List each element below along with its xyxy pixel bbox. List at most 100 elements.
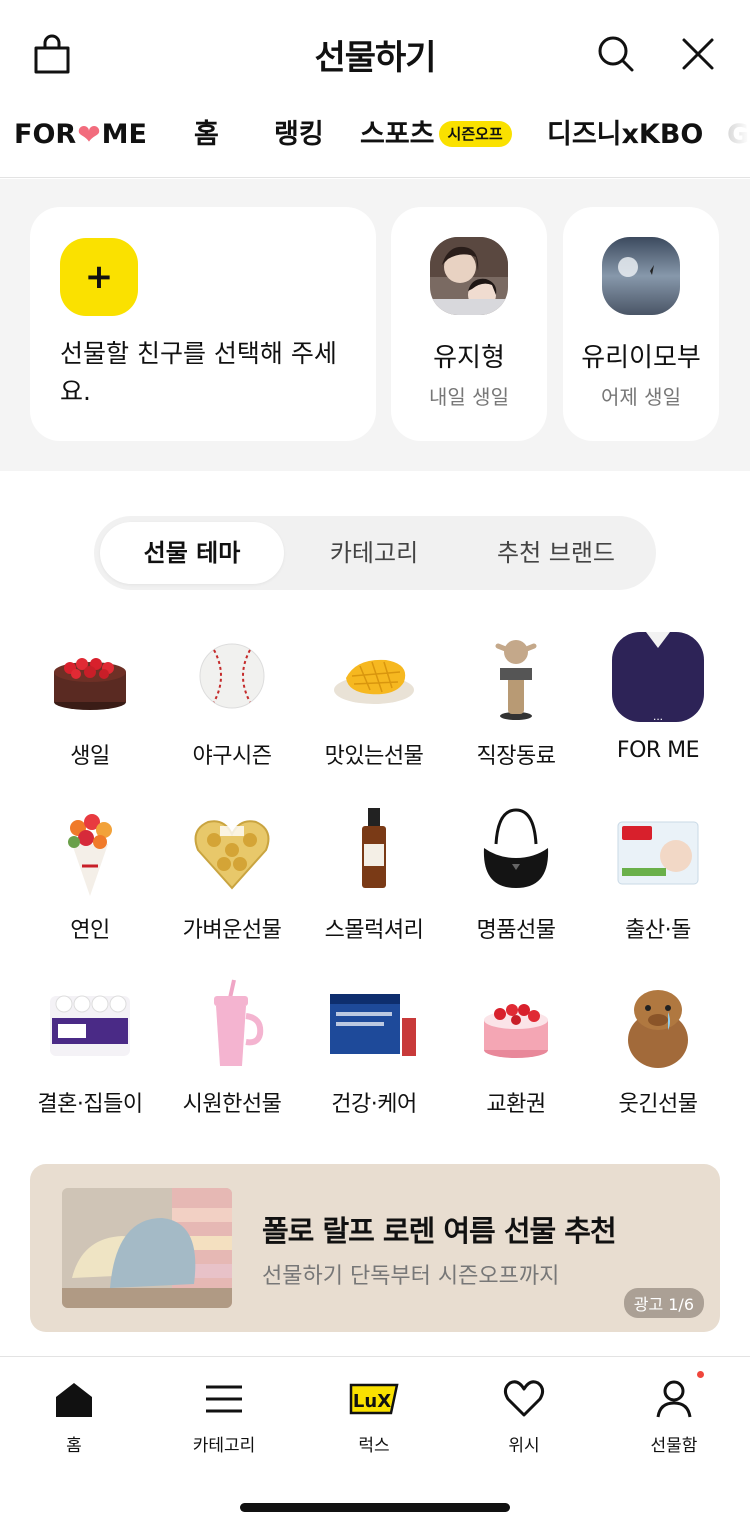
home-icon xyxy=(52,1377,96,1421)
segment-gift-theme[interactable]: 선물 테마 xyxy=(100,522,284,584)
theme-label: 결혼·집들이 xyxy=(37,1092,143,1117)
baseball-icon xyxy=(184,630,280,726)
nav-giftbox[interactable]: 선물함 xyxy=(614,1371,734,1456)
theme-tasty[interactable]: 맛있는선물 xyxy=(304,630,444,770)
theme-label: 생일 xyxy=(70,744,110,769)
banner-subtitle: 선물하기 단독부터 시즌오프까지 xyxy=(262,1264,560,1289)
theme-light-gift[interactable]: 가벼운선물 xyxy=(162,804,302,944)
heart-outline-icon xyxy=(502,1377,546,1421)
handbag-icon xyxy=(468,804,564,900)
friend-section: + 선물할 친구를 선택해 주세요. 유지형 내일 생일 유리이모부 어제 생일 xyxy=(0,179,750,471)
tissue-pack-icon xyxy=(42,978,138,1074)
tab-sports[interactable]: 스포츠 시즌오프 xyxy=(360,120,512,170)
theme-label: 시원한선물 xyxy=(182,1092,282,1117)
nav-label: 위시 xyxy=(508,1436,540,1456)
theme-cool-gift[interactable]: 시원한선물 xyxy=(162,978,302,1118)
close-icon[interactable] xyxy=(676,32,720,76)
nav-label: 카테고리 xyxy=(192,1436,256,1456)
nav-lux[interactable]: LuX 럭스 xyxy=(314,1377,434,1456)
friend-birthday: 어제 생일 xyxy=(601,385,681,409)
banner-image xyxy=(62,1188,232,1308)
theme-voucher[interactable]: 교환권 xyxy=(446,978,586,1118)
theme-label: 출산·돌 xyxy=(625,918,691,943)
top-header: 선물하기 xyxy=(0,0,750,108)
capybara-plush-icon xyxy=(610,978,706,1074)
nav-category[interactable]: 카테고리 xyxy=(164,1377,284,1456)
search-icon[interactable] xyxy=(594,32,638,76)
theme-segment-control: 선물 테마 카테고리 추천 브랜드 xyxy=(94,516,656,590)
theme-label: 교환권 xyxy=(486,1092,546,1117)
theme-label: 맛있는선물 xyxy=(324,744,424,769)
bottom-navigation: 홈 카테고리 LuX 럭스 위시 선물함 xyxy=(0,1356,750,1528)
ad-page-indicator: 광고 1/6 xyxy=(623,1288,704,1318)
theme-label: 가벼운선물 xyxy=(182,918,282,943)
diaper-pack-icon xyxy=(610,804,706,900)
tab-for-me[interactable]: FOR❤ME xyxy=(14,120,147,170)
theme-label: FOR ME xyxy=(616,738,700,763)
friend-avatar xyxy=(430,237,508,315)
tab-for-me-left: FOR xyxy=(14,119,77,150)
add-icon: + xyxy=(60,238,138,316)
season-off-badge: 시즌오프 xyxy=(438,121,512,147)
mango-icon xyxy=(326,630,422,726)
notification-dot xyxy=(697,1371,704,1378)
add-friend-card[interactable]: + 선물할 친구를 선택해 주세요. xyxy=(30,207,376,441)
theme-luxury[interactable]: 명품선물 xyxy=(446,804,586,944)
flower-bouquet-icon xyxy=(42,804,138,900)
theme-label: 스몰럭셔리 xyxy=(324,918,424,943)
supplement-box-icon xyxy=(326,978,422,1074)
theme-wedding[interactable]: 결혼·집들이 xyxy=(20,978,160,1118)
tab-sports-label: 스포츠 xyxy=(360,119,435,150)
promo-banner[interactable]: 폴로 랄프 로렌 여름 선물 추천 선물하기 단독부터 시즌오프까지 광고 1/… xyxy=(30,1164,720,1332)
theme-label: 건강·케어 xyxy=(331,1092,417,1117)
svg-text:...: ... xyxy=(653,709,663,723)
friend-card[interactable]: 유리이모부 어제 생일 xyxy=(563,207,719,441)
theme-coworker[interactable]: 직장동료 xyxy=(446,630,586,770)
tab-disney-kbo[interactable]: 디즈니xKBO xyxy=(547,120,703,170)
tab-fade xyxy=(710,108,750,177)
theme-label: 직장동료 xyxy=(476,744,556,769)
strawberry-cake-icon xyxy=(468,978,564,1074)
theme-baby[interactable]: 출산·돌 xyxy=(588,804,728,944)
figure-icon xyxy=(468,630,564,726)
nav-wish[interactable]: 위시 xyxy=(464,1377,584,1456)
tumbler-icon xyxy=(184,978,280,1074)
heart-icon: ❤ xyxy=(77,118,101,151)
tab-home[interactable]: 홈 xyxy=(194,120,219,170)
nav-label: 선물함 xyxy=(650,1436,698,1456)
chocolate-heart-icon xyxy=(184,804,280,900)
theme-birthday[interactable]: 생일 xyxy=(20,630,160,770)
friend-card[interactable]: 유지형 내일 생일 xyxy=(391,207,547,441)
friend-birthday: 내일 생일 xyxy=(429,385,509,409)
sweater-icon: ... xyxy=(610,630,706,726)
nav-label: 홈 xyxy=(66,1436,82,1456)
tab-for-me-right: ME xyxy=(101,119,147,150)
theme-small-luxury[interactable]: 스몰럭셔리 xyxy=(304,804,444,944)
nav-home[interactable]: 홈 xyxy=(14,1377,134,1456)
tab-ranking[interactable]: 랭킹 xyxy=(274,120,324,170)
theme-label: 야구시즌 xyxy=(192,744,272,769)
friend-avatar xyxy=(602,237,680,315)
theme-for-me[interactable]: ... FOR ME xyxy=(588,630,728,763)
lux-icon-text: LuX xyxy=(353,1391,391,1412)
theme-label: 연인 xyxy=(70,918,110,943)
person-icon xyxy=(652,1371,704,1421)
theme-lover[interactable]: 연인 xyxy=(20,804,160,944)
theme-baseball[interactable]: 야구시즌 xyxy=(162,630,302,770)
birthday-cake-icon xyxy=(42,630,138,726)
theme-label: 명품선물 xyxy=(476,918,556,943)
nav-label: 럭스 xyxy=(358,1436,390,1456)
theme-health[interactable]: 건강·케어 xyxy=(304,978,444,1118)
category-tabs: FOR❤ME 홈 랭킹 스포츠시즌오프 디즈니xKBO G xyxy=(0,108,750,178)
lux-icon: LuX xyxy=(347,1377,401,1421)
friend-name: 유지형 xyxy=(433,343,505,373)
segment-brand[interactable]: 추천 브랜드 xyxy=(466,522,646,584)
serum-bottle-icon xyxy=(326,804,422,900)
theme-label: 웃긴선물 xyxy=(618,1092,698,1117)
theme-funny[interactable]: 웃긴선물 xyxy=(588,978,728,1118)
home-indicator xyxy=(240,1503,510,1512)
segment-category[interactable]: 카테고리 xyxy=(284,522,464,584)
menu-icon xyxy=(202,1377,246,1421)
friend-name: 유리이모부 xyxy=(581,343,701,373)
banner-title: 폴로 랄프 로렌 여름 선물 추천 xyxy=(262,1214,617,1248)
